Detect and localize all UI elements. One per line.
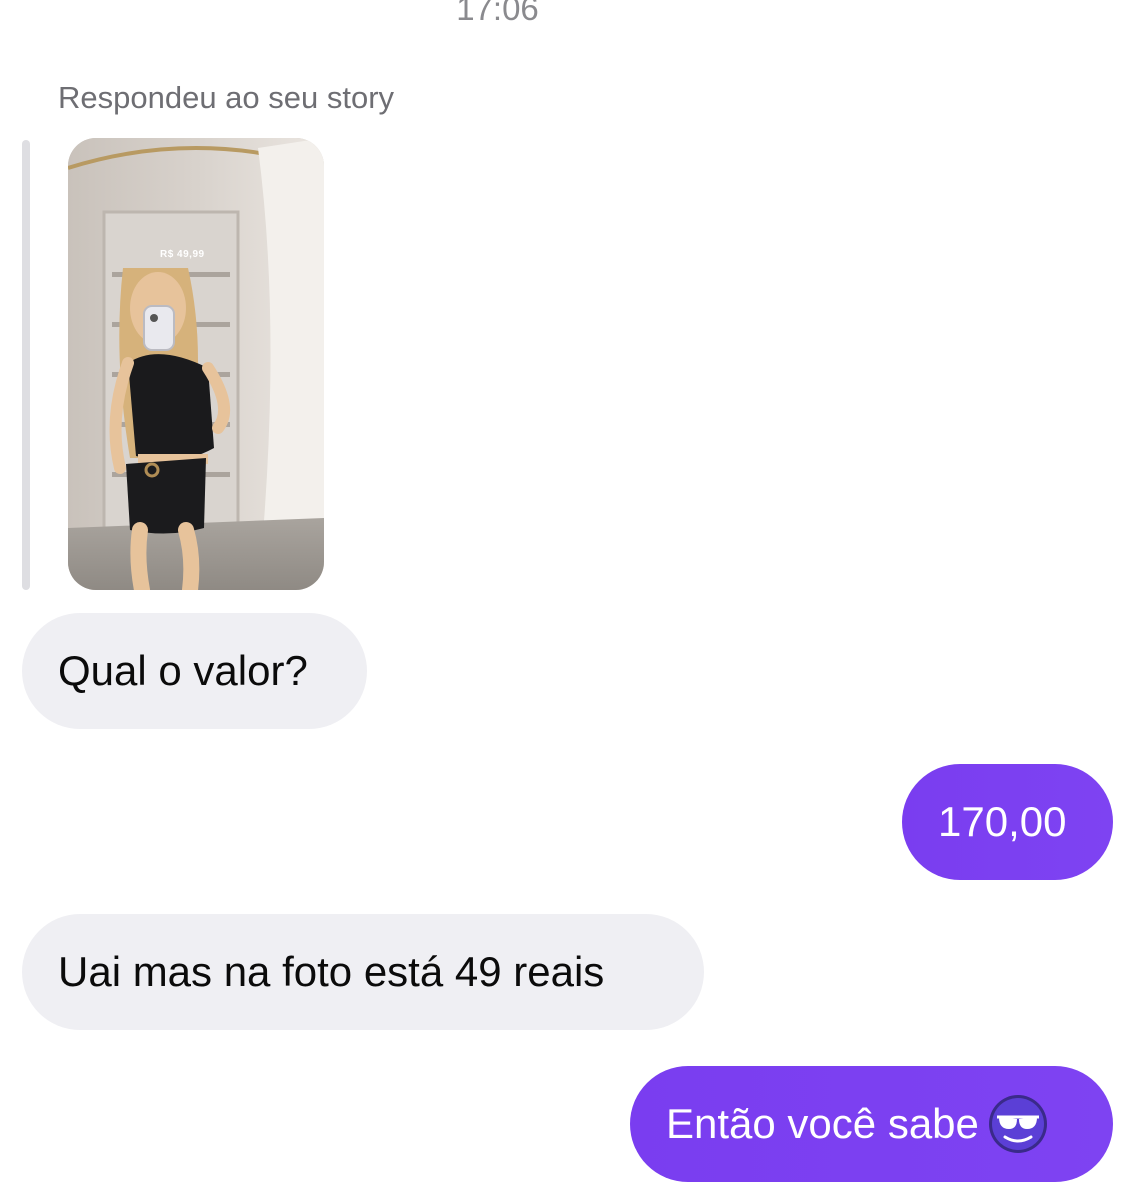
reply-indicator-bar bbox=[22, 140, 30, 590]
message-bubble-outgoing[interactable]: Então você sabe bbox=[630, 1066, 1113, 1182]
message-bubble-incoming[interactable]: Qual o valor? bbox=[22, 613, 367, 729]
message-bubble-outgoing[interactable]: 170,00 bbox=[902, 764, 1113, 880]
message-bubble-incoming[interactable]: Uai mas na foto está 49 reais bbox=[22, 914, 704, 1030]
message-text: Qual o valor? bbox=[58, 647, 308, 694]
message-text: 170,00 bbox=[938, 798, 1067, 845]
reply-context-label: Respondeu ao seu story bbox=[58, 80, 395, 115]
message-timestamp: 17:06 bbox=[456, 0, 539, 27]
story-photo bbox=[68, 138, 324, 590]
sunglasses-smile-emoji-icon bbox=[987, 1093, 1049, 1155]
message-text: Então você sabe bbox=[666, 1100, 979, 1147]
story-price-tag: R$ 49,99 bbox=[160, 249, 205, 260]
story-thumbnail[interactable]: R$ 49,99 bbox=[68, 138, 324, 590]
message-text: Uai mas na foto está 49 reais bbox=[58, 948, 605, 995]
